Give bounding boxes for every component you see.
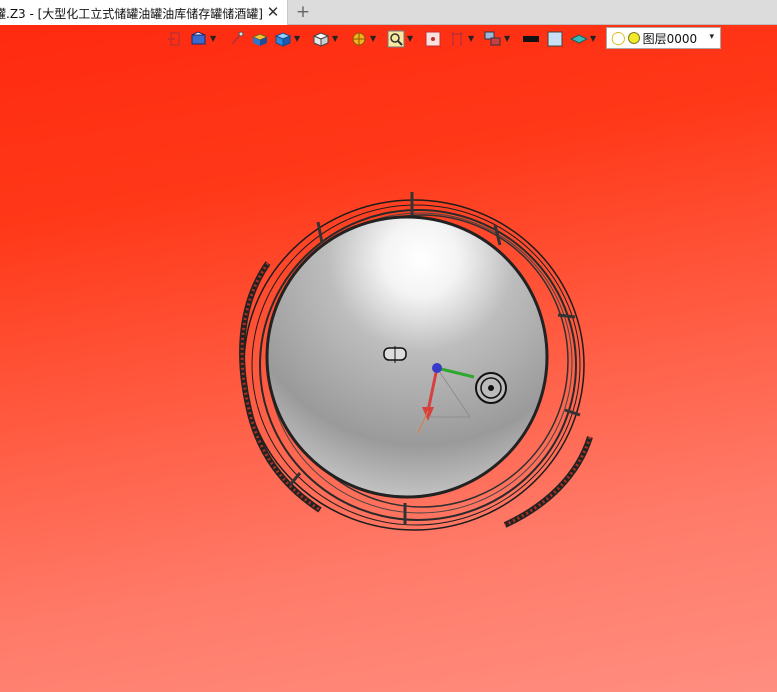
- chevron-down-icon: ▼: [332, 34, 339, 43]
- target-icon: [425, 31, 441, 47]
- lightbulb-icon: ◯: [611, 30, 626, 46]
- document-tab-bar: 罐.Z3 - [大型化工立式储罐油罐油库储存罐储酒罐] ✕ +: [0, 0, 777, 25]
- pick-icon: [231, 31, 244, 45]
- chevron-down-icon: ▼: [407, 34, 414, 43]
- view-orient-button[interactable]: ▼: [190, 29, 216, 49]
- zoom-button[interactable]: ▼: [387, 29, 413, 49]
- component-button[interactable]: ▼: [484, 29, 510, 49]
- chevron-down-icon: ▾: [709, 32, 714, 42]
- roof-vent: [383, 346, 407, 363]
- chevron-down-icon: ▼: [294, 34, 301, 43]
- document-tab-title: 罐.Z3 - [大型化工立式储罐油罐油库储存罐储酒罐]: [0, 7, 263, 21]
- close-tab-icon[interactable]: ✕: [264, 3, 282, 21]
- view-orient-icon: [191, 31, 206, 45]
- tank-model[interactable]: [0, 25, 777, 692]
- material-box-button[interactable]: [251, 29, 269, 49]
- export-icon: [168, 32, 180, 46]
- manhole: [475, 372, 507, 404]
- document-tab[interactable]: 罐.Z3 - [大型化工立式储罐油罐油库储存罐储酒罐] ✕: [0, 0, 288, 25]
- cube-button[interactable]: ▼: [274, 29, 300, 49]
- material-box-icon: [251, 33, 269, 46]
- fill-color-icon: [547, 31, 563, 47]
- section-icon: [451, 32, 463, 46]
- white-cube-icon: [312, 32, 330, 47]
- chevron-down-icon: ▼: [504, 34, 511, 43]
- target-button[interactable]: [424, 29, 442, 49]
- tank-roof: [265, 215, 549, 499]
- fill-color-button[interactable]: [546, 29, 564, 49]
- cube-icon: [274, 32, 292, 47]
- chevron-down-icon: ▼: [370, 34, 377, 43]
- component-icon: [484, 31, 501, 46]
- chevron-down-icon: ▼: [210, 34, 217, 43]
- display-mode-button[interactable]: ▼: [570, 29, 596, 49]
- sun-render-button[interactable]: ▼: [350, 29, 376, 49]
- chevron-down-icon: ▼: [590, 34, 597, 43]
- line-color-icon: [523, 36, 539, 42]
- layer-color-icon: [627, 32, 640, 44]
- sun-render-icon: [352, 32, 366, 46]
- white-cube-button[interactable]: ▼: [312, 29, 338, 49]
- new-tab-icon[interactable]: +: [294, 2, 312, 22]
- line-color-button[interactable]: [522, 29, 540, 49]
- section-button[interactable]: ▼: [448, 29, 474, 49]
- export-button[interactable]: [166, 29, 184, 49]
- layer-name: 图层0000: [642, 31, 698, 46]
- layer-select[interactable]: ◯ 图层0000 ▾: [606, 27, 721, 49]
- chevron-down-icon: ▼: [468, 34, 475, 43]
- pick-button[interactable]: [228, 29, 246, 49]
- display-mode-icon: [570, 34, 588, 44]
- zoom-icon: [387, 30, 405, 48]
